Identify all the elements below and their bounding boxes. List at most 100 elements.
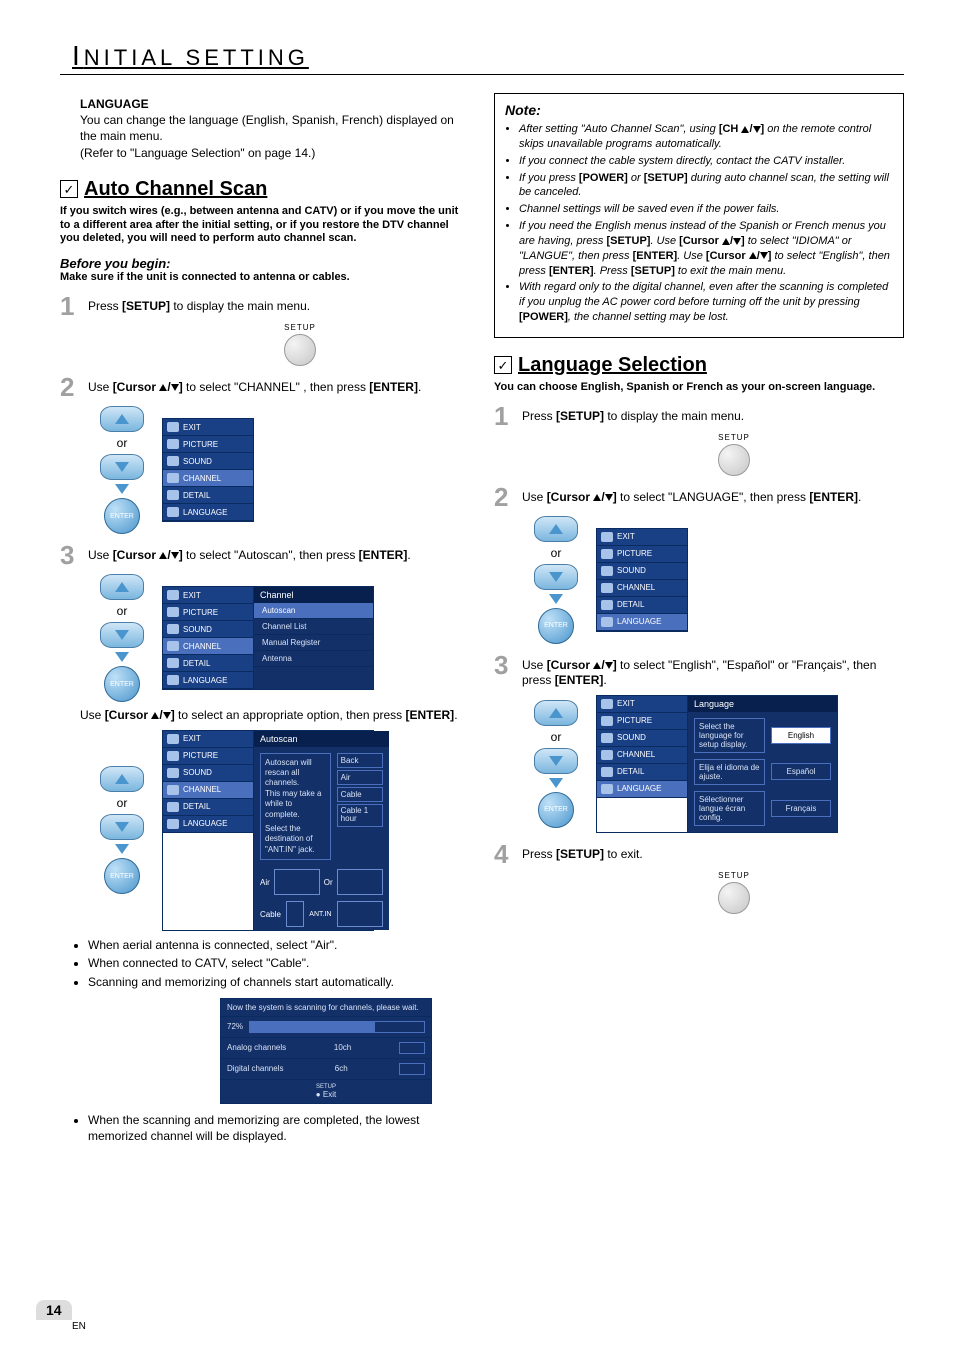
lang-row: Select the language for setup display. E… <box>694 718 831 753</box>
language-label: LANGUAGE <box>80 97 470 111</box>
opt: Air <box>337 770 383 785</box>
osd-autoscan-menu: EXIT PICTURE SOUND CHANNEL DETAIL LANGUA… <box>162 730 374 932</box>
page-lang: EN <box>72 1321 86 1332</box>
exit-icon <box>167 734 179 744</box>
step-number: 1 <box>494 403 516 429</box>
step-number: 3 <box>494 652 516 689</box>
enter-button-icon: ENTER <box>538 792 574 828</box>
remote-icons: or ENTER <box>100 406 144 534</box>
osd-label: DETAIL <box>183 802 210 811</box>
columns: LANGUAGE You can change the language (En… <box>60 93 904 1150</box>
lang-opt: Español <box>771 763 831 780</box>
arrow-down-icon <box>115 844 129 854</box>
osd-label: EXIT <box>617 532 635 541</box>
osd-item-channel: CHANNEL <box>597 580 687 597</box>
value: 10ch <box>334 1043 351 1052</box>
osd-label: SOUND <box>183 768 212 777</box>
step-body: Press [SETUP] to exit. <box>522 841 904 867</box>
cursor-down-icon <box>100 454 144 480</box>
autoscan-msg: Autoscan will rescan all channels. This … <box>260 753 331 861</box>
autoscan-step-3: 3 Use [Cursor /] to select "Autoscan", t… <box>60 542 470 568</box>
sound-icon <box>601 566 613 576</box>
osd-channel-menu: EXIT PICTURE SOUND CHANNEL DETAIL LANGUA… <box>162 586 374 690</box>
osd-item-picture: PICTURE <box>163 748 253 765</box>
osd-item-picture: PICTURE <box>597 713 687 730</box>
cursor-up-icon <box>534 700 578 726</box>
antin-label: ANT.IN <box>309 911 331 918</box>
checkbox-icon: ✓ <box>494 356 512 374</box>
osd-item-exit: EXIT <box>597 696 687 713</box>
cursor-down-icon <box>100 622 144 648</box>
osd-label: LANGUAGE <box>617 784 661 793</box>
osd-label: CHANNEL <box>183 474 221 483</box>
osd-item-channel: CHANNEL <box>163 782 253 799</box>
picture-icon <box>167 439 179 449</box>
or-label: or <box>117 436 128 450</box>
cursor-up-icon <box>100 574 144 600</box>
or-label: or <box>551 546 562 560</box>
setup-label: SETUP <box>284 323 316 332</box>
cursor-up-icon <box>534 516 578 542</box>
osd-label: PICTURE <box>617 716 652 725</box>
osd-item-language: LANGUAGE <box>163 672 253 689</box>
channel-icon <box>601 750 613 760</box>
osd-item-channel: CHANNEL <box>163 470 253 487</box>
page-title: INITIAL SETTING <box>60 40 904 75</box>
autoscan-step-2: 2 Use [Cursor /] to select "CHANNEL" , t… <box>60 374 470 400</box>
osd-main-menu: EXIT PICTURE SOUND CHANNEL DETAIL LANGUA… <box>596 528 688 632</box>
detail-icon <box>167 802 179 812</box>
exit-icon <box>601 699 613 709</box>
remote-icons: or ENTER <box>100 766 144 894</box>
arrow-down-icon <box>549 594 563 604</box>
arrow-down-icon <box>115 484 129 494</box>
osd-subitem: Manual Register <box>254 635 373 651</box>
enter-button-icon: ENTER <box>104 498 140 534</box>
right-column: Note: After setting "Auto Channel Scan",… <box>494 93 904 1150</box>
detail-icon <box>167 490 179 500</box>
detail-icon <box>601 600 613 610</box>
scan-progress: 72% <box>221 1017 431 1038</box>
osd-label: EXIT <box>183 423 201 432</box>
remote-and-osd: or ENTER EXIT PICTURE SOUND CHANNEL DETA… <box>100 730 470 932</box>
count-box <box>399 1063 425 1075</box>
exit-icon <box>167 422 179 432</box>
osd-header: Autoscan <box>254 731 389 747</box>
scanning-box: Now the system is scanning for channels,… <box>220 998 432 1104</box>
autoscan-step-1: 1 Press [SETUP] to display the main menu… <box>60 293 470 319</box>
picture-icon <box>167 607 179 617</box>
osd-item-exit: EXIT <box>163 731 253 748</box>
value: 6ch <box>335 1064 348 1073</box>
lang-pane: Select the language for setup display. E… <box>688 712 837 832</box>
remote-icons: or ENTER <box>534 516 578 644</box>
setup-circle-icon <box>718 882 750 914</box>
osd-item-sound: SOUND <box>163 765 253 782</box>
page-number: 14 <box>36 1300 72 1320</box>
langsel-heading-row: ✓ Language Selection <box>494 354 904 377</box>
progress-bar <box>249 1021 425 1033</box>
osd-label: LANGUAGE <box>183 676 227 685</box>
autoscan-step-3b: Use [Cursor /] to select an appropriate … <box>80 708 470 724</box>
osd-label: SOUND <box>617 566 646 575</box>
lang-row: Elija el idioma de ajuste. Español <box>694 759 831 785</box>
picture-icon <box>601 716 613 726</box>
osd-item-language: LANGUAGE <box>597 614 687 631</box>
language-icon <box>167 507 179 517</box>
bullet: When aerial antenna is connected, select… <box>88 937 470 953</box>
note-item: If you need the English menus instead of… <box>519 219 893 278</box>
pct: 72% <box>227 1022 243 1031</box>
osd-item-detail: DETAIL <box>163 799 253 816</box>
msg-line: Select the destination of "ANT.IN" jack. <box>265 824 326 855</box>
language-text: You can change the language (English, Sp… <box>80 113 470 144</box>
language-icon <box>601 617 613 627</box>
osd-item-sound: SOUND <box>163 453 253 470</box>
detail-icon <box>167 658 179 668</box>
step-number: 3 <box>60 542 82 568</box>
step-number: 2 <box>60 374 82 400</box>
note-item: Channel settings will be saved even if t… <box>519 202 893 217</box>
language-icon <box>167 675 179 685</box>
osd-header: Language <box>688 696 837 712</box>
osd-item-picture: PICTURE <box>163 436 253 453</box>
autoscan-intro: If you switch wires (e.g., between anten… <box>60 205 470 246</box>
osd-label: EXIT <box>183 734 201 743</box>
osd-label: PICTURE <box>183 440 218 449</box>
